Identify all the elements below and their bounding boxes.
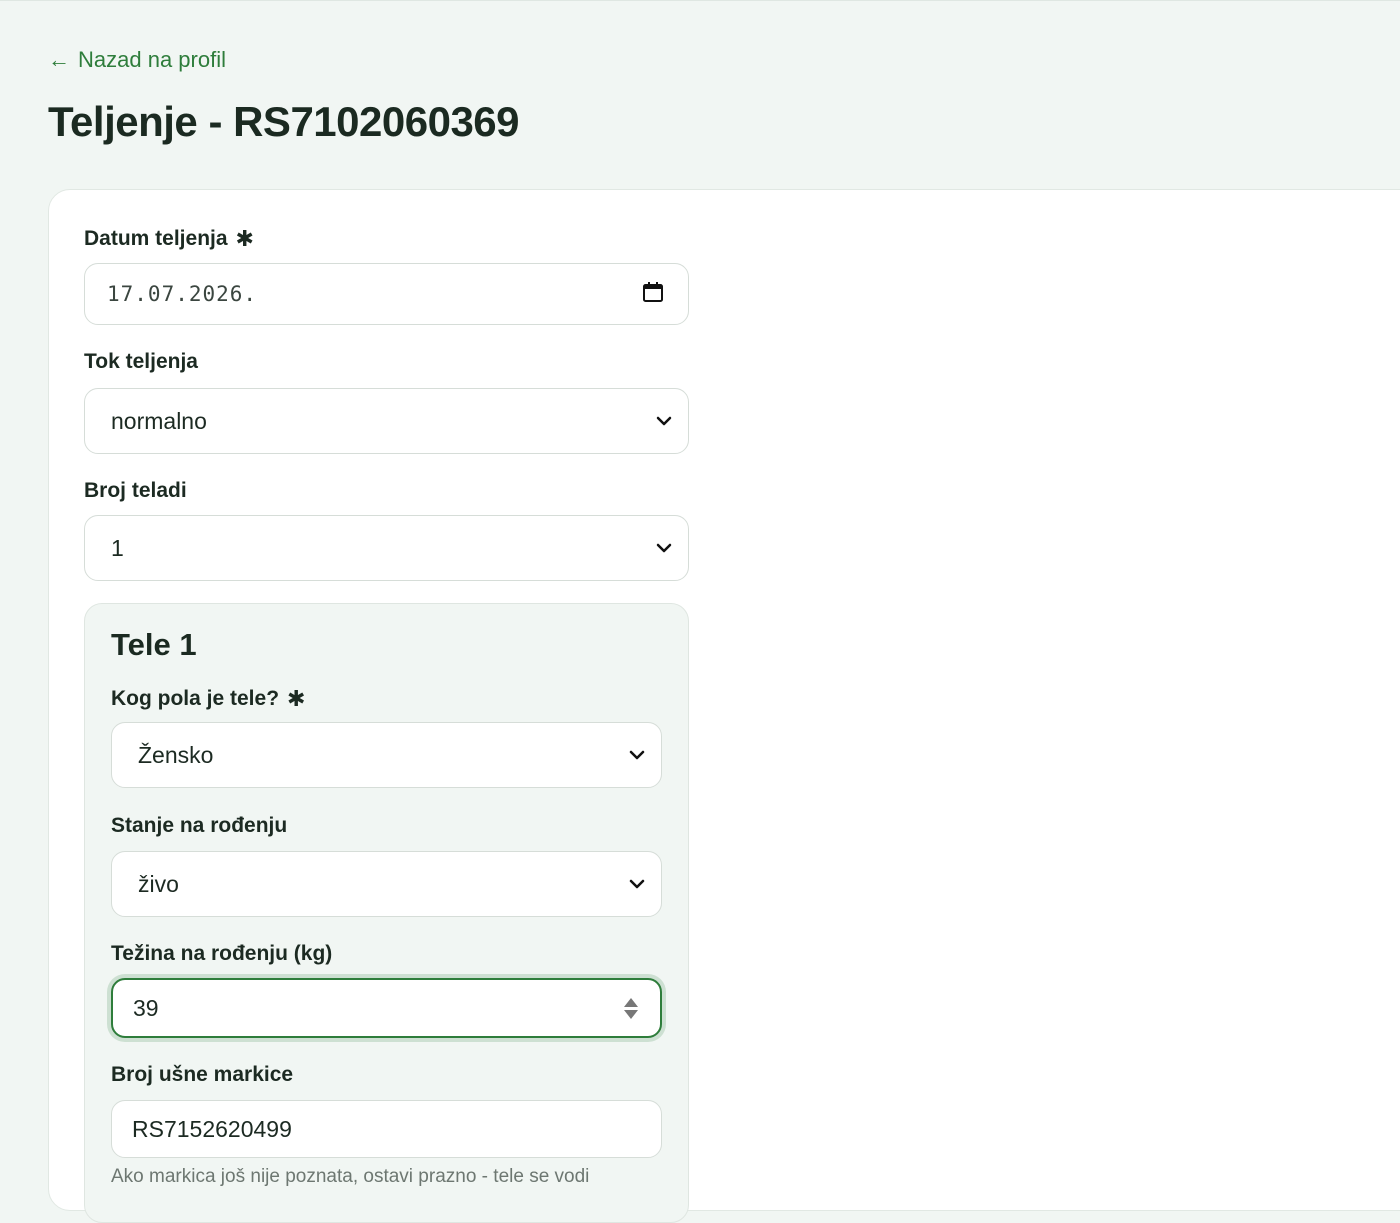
calf-sex-value: Žensko	[138, 741, 214, 768]
ear-tag-label-text: Broj ušne markice	[111, 1063, 294, 1086]
number-stepper-icon[interactable]	[624, 997, 638, 1019]
calf-count-select[interactable]: 1	[84, 515, 689, 581]
calf-count-value: 1	[111, 534, 124, 561]
chevron-down-icon	[627, 874, 647, 894]
calf-count-label-text: Broj teladi	[84, 479, 187, 502]
calving-date-value: 17.07.2026.	[107, 282, 258, 306]
required-asterisk-icon: ✱	[287, 686, 306, 711]
birth-weight-input[interactable]: 39	[111, 978, 662, 1038]
top-divider	[0, 0, 1400, 1]
calf-sex-select[interactable]: Žensko	[111, 722, 662, 788]
calendar-icon[interactable]	[642, 281, 664, 308]
calving-date-input[interactable]: 17.07.2026.	[84, 263, 689, 325]
calf-sex-label-text: Kog pola je tele?	[111, 687, 280, 710]
birth-weight-label: Težina na rođenju (kg)	[111, 942, 332, 966]
birth-state-value: živo	[138, 870, 179, 897]
birth-state-select[interactable]: živo	[111, 851, 662, 917]
chevron-down-icon	[654, 411, 674, 431]
birth-state-label: Stanje na rođenju	[111, 814, 287, 838]
ear-tag-value: RS7152620499	[132, 1115, 292, 1142]
birth-weight-value: 39	[133, 994, 159, 1021]
back-arrow-icon: ←	[48, 47, 70, 72]
back-to-profile-link[interactable]: ← Nazad na profil	[48, 47, 226, 73]
date-label-text: Datum teljenja	[84, 227, 228, 250]
calving-course-select[interactable]: normalno	[84, 388, 689, 454]
required-asterisk-icon: ✱	[235, 226, 254, 251]
birth-state-label-text: Stanje na rođenju	[111, 814, 288, 837]
calf-sex-label: Kog pola je tele? ✱	[111, 686, 305, 712]
back-link-label: Nazad na profil	[78, 47, 226, 72]
chevron-down-icon	[654, 538, 674, 558]
calving-course-label-text: Tok teljenja	[84, 350, 198, 373]
birth-weight-label-text: Težina na rođenju (kg)	[111, 942, 333, 965]
ear-tag-label: Broj ušne markice	[111, 1063, 293, 1087]
ear-tag-hint: Ako markica još nije poznata, ostavi pra…	[111, 1166, 590, 1187]
calf-title: Tele 1	[111, 627, 197, 662]
calf-count-label: Broj teladi	[84, 479, 187, 503]
date-label: Datum teljenja ✱	[84, 226, 254, 252]
calving-course-value: normalno	[111, 407, 207, 434]
ear-tag-input[interactable]: RS7152620499	[111, 1100, 662, 1158]
page-title: Teljenje - RS7102060369	[48, 98, 520, 145]
chevron-down-icon	[627, 745, 647, 765]
calving-course-label: Tok teljenja	[84, 350, 198, 374]
